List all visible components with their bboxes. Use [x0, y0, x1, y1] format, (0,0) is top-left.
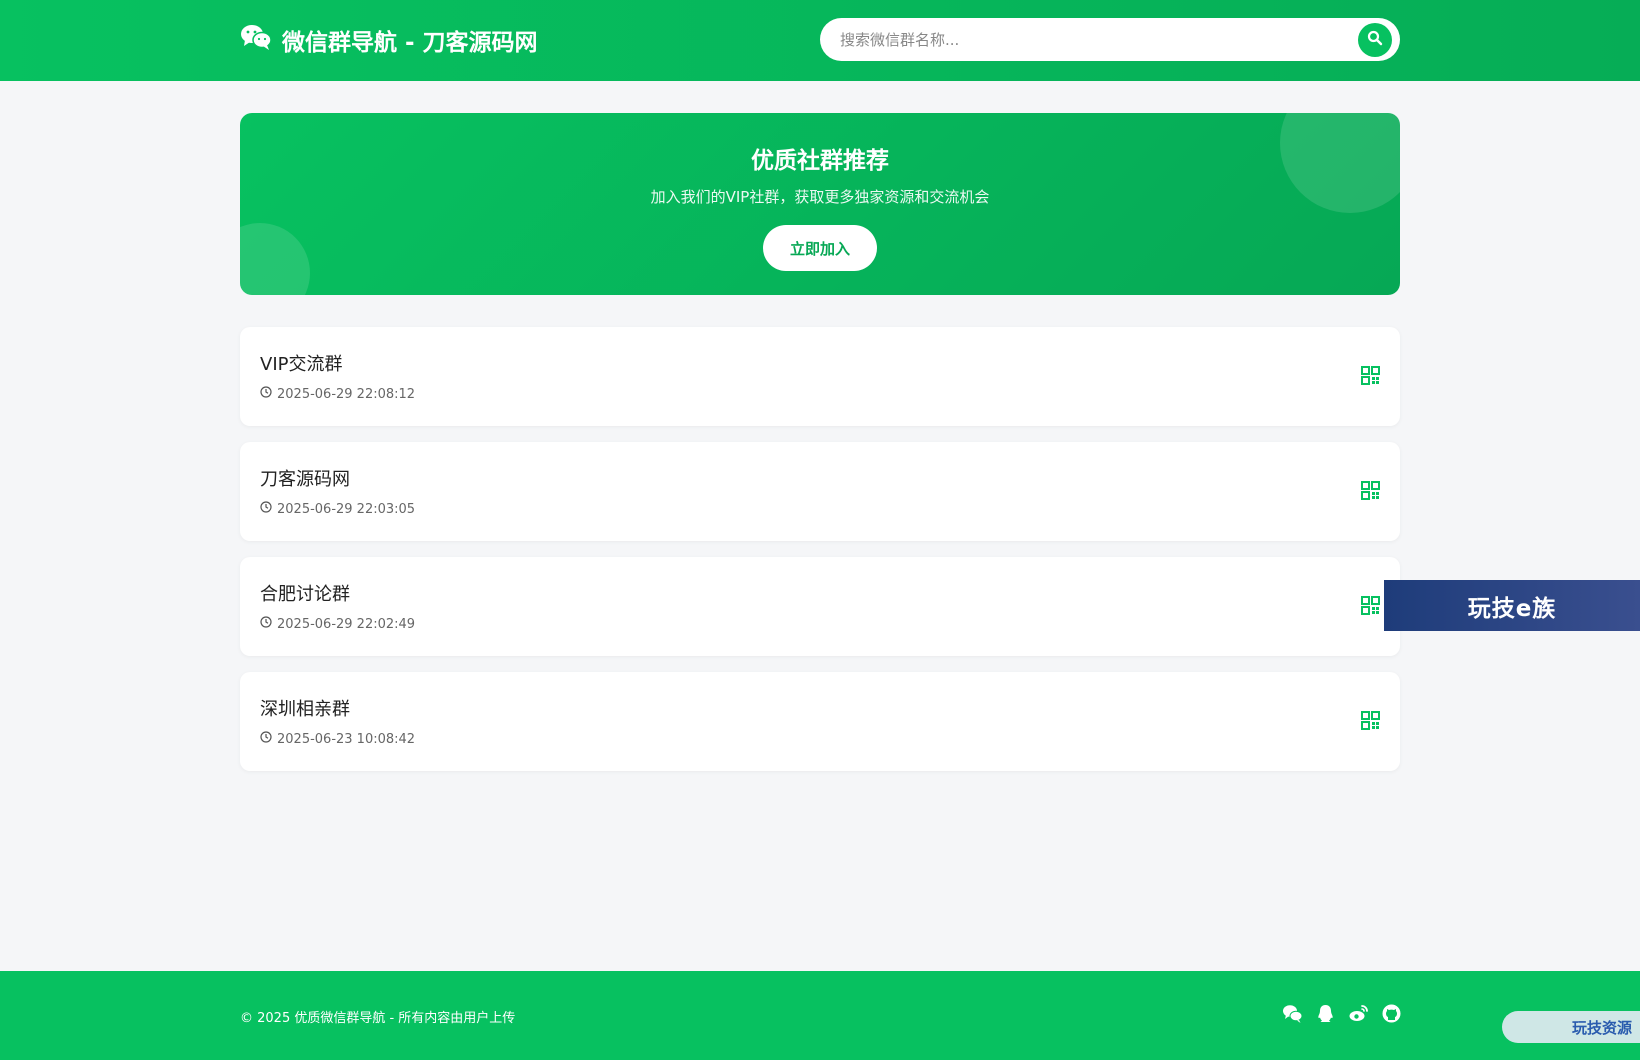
group-card[interactable]: 深圳相亲群 2025-06-23 10:08:42 [240, 672, 1400, 771]
search-icon [1367, 30, 1383, 50]
banner-decoration-circle [240, 223, 310, 295]
search-input[interactable] [840, 30, 1320, 49]
search-bar [820, 18, 1400, 61]
group-time: 2025-06-29 22:08:12 [260, 386, 415, 402]
github-icon[interactable] [1381, 1003, 1402, 1024]
page-footer: © 2025 优质微信群导航 - 所有内容由用户上传 [0, 971, 1640, 1060]
qrcode-icon[interactable] [1361, 481, 1380, 500]
social-links [1282, 1003, 1402, 1024]
site-title: 微信群导航 - 刀客源码网 [282, 30, 538, 56]
group-timestamp: 2025-06-29 22:08:12 [277, 386, 416, 402]
wechat-logo-icon [240, 23, 272, 57]
search-button[interactable] [1358, 23, 1392, 57]
group-name: VIP交流群 [260, 354, 343, 375]
copyright-text: © 2025 优质微信群导航 - 所有内容由用户上传 [240, 1011, 516, 1026]
weibo-icon[interactable] [1348, 1003, 1369, 1024]
group-card[interactable]: 合肥讨论群 2025-06-29 22:02:49 [240, 557, 1400, 656]
group-name: 合肥讨论群 [260, 584, 350, 605]
clock-icon [260, 386, 272, 402]
clock-icon [260, 501, 272, 517]
top-header: 微信群导航 - 刀客源码网 [0, 0, 1640, 81]
group-timestamp: 2025-06-29 22:03:05 [277, 501, 416, 517]
qrcode-icon[interactable] [1361, 596, 1380, 615]
site-brand[interactable]: 微信群导航 - 刀客源码网 [240, 22, 538, 58]
group-time: 2025-06-29 22:03:05 [260, 501, 415, 517]
group-card[interactable]: VIP交流群 2025-06-29 22:08:12 [240, 327, 1400, 426]
clock-icon [260, 616, 272, 632]
floating-ad-banner[interactable]: 玩技e族 [1384, 580, 1640, 631]
qq-icon[interactable] [1315, 1003, 1336, 1024]
group-name: 刀客源码网 [260, 469, 350, 490]
qrcode-icon[interactable] [1361, 711, 1380, 730]
group-time: 2025-06-29 22:02:49 [260, 616, 415, 632]
wechat-icon[interactable] [1282, 1003, 1303, 1024]
group-name: 深圳相亲群 [260, 699, 350, 720]
banner-title: 优质社群推荐 [751, 148, 889, 174]
promo-banner: 优质社群推荐 加入我们的VIP社群，获取更多独家资源和交流机会 立即加入 [240, 113, 1400, 295]
join-now-button[interactable]: 立即加入 [763, 225, 877, 271]
group-timestamp: 2025-06-29 22:02:49 [277, 616, 416, 632]
clock-icon [260, 731, 272, 747]
corner-watermark-badge[interactable]: 玩技资源 [1502, 1011, 1640, 1043]
banner-subtitle: 加入我们的VIP社群，获取更多独家资源和交流机会 [650, 188, 990, 206]
group-card[interactable]: 刀客源码网 2025-06-29 22:03:05 [240, 442, 1400, 541]
qrcode-icon[interactable] [1361, 366, 1380, 385]
group-timestamp: 2025-06-23 10:08:42 [277, 731, 416, 747]
group-time: 2025-06-23 10:08:42 [260, 731, 415, 747]
